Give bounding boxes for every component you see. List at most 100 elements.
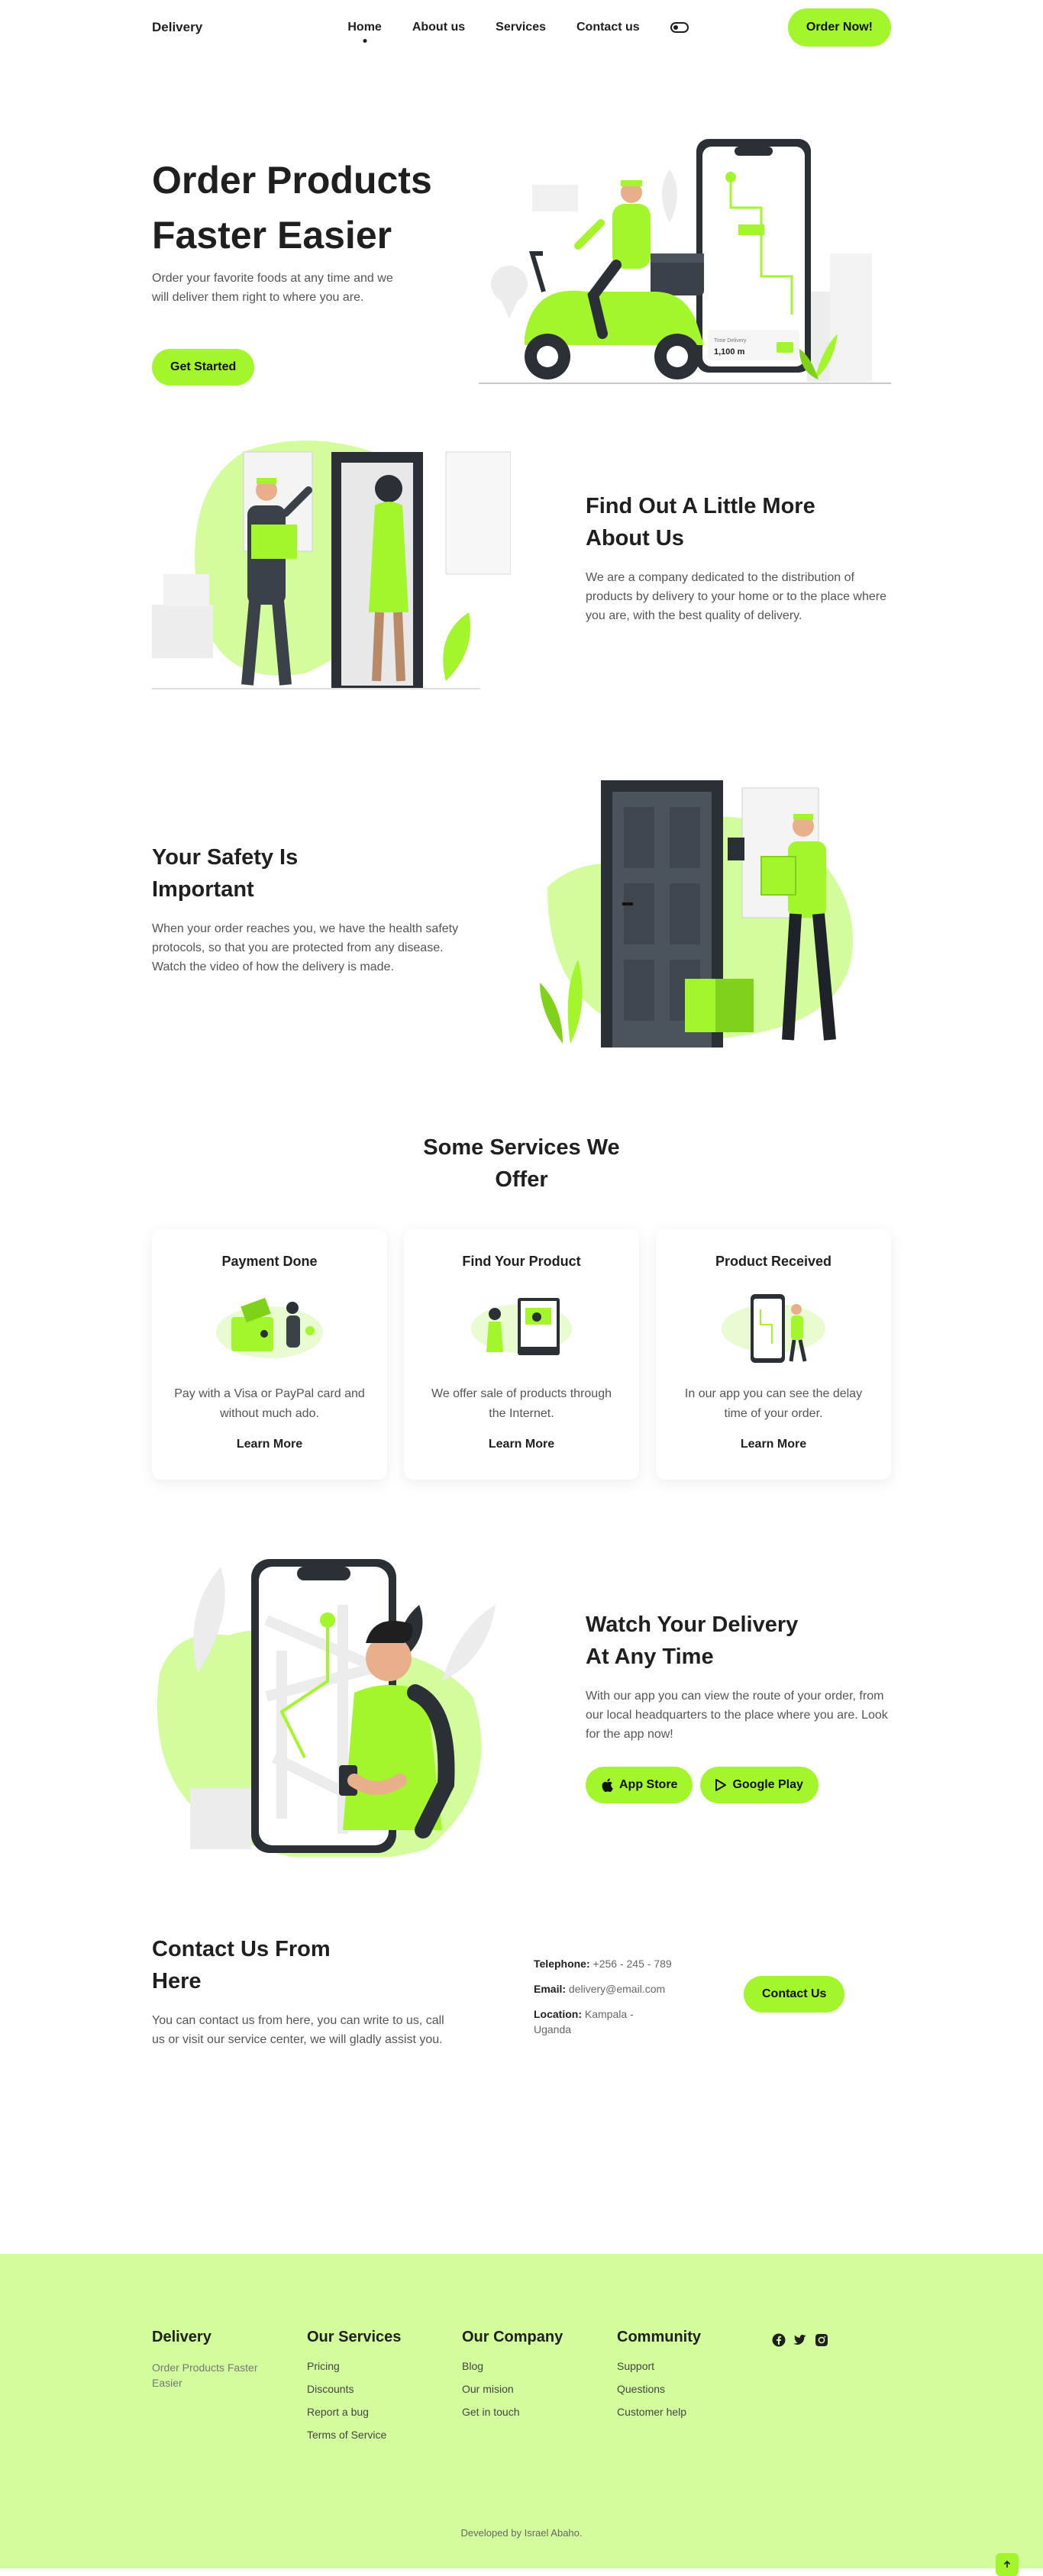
footer-link-mision[interactable]: Our mision [462,2383,617,2395]
learn-more-link[interactable]: Learn More [237,1438,302,1451]
hero-title: Order Products Faster Easier [152,153,503,263]
nav-link-contact[interactable]: Contact us [576,21,640,34]
safety-description: When your order reaches you, we have the… [152,922,459,973]
footer-company-title: Our Company [462,2329,563,2345]
about-title-line1: Find Out A Little More [586,494,815,518]
footer-link-get-in-touch[interactable]: Get in touch [462,2406,617,2418]
footer-link-terms[interactable]: Terms of Service [307,2429,462,2441]
safety-door-illustration [540,780,853,1048]
app-description: With our app you can view the route of y… [586,1690,888,1741]
footer-services: Our Services Pricing Discounts Report a … [307,2329,462,2452]
arrow-up-icon [1003,2560,1011,2568]
email-label: Email: [534,1983,567,1995]
app-title-line1: Watch Your Delivery [586,1612,799,1637]
delivery-tracking-app-illustration [157,1559,496,1857]
theme-toggle-icon[interactable] [670,22,689,33]
services-cards: Payment Done Pay with a Visa or PayPal c… [152,1229,891,1480]
location-info: Location: Kampala - Uganda [534,2006,648,2037]
footer-columns: Delivery Order Products Faster Easier Ou… [152,2254,891,2452]
service-card-payment: Payment Done Pay with a Visa or PayPal c… [152,1229,387,1480]
card-description: We offer sale of products through the In… [431,1387,612,1420]
contact-text: Contact Us From Here You can contact us … [152,1933,457,2049]
learn-more-link[interactable]: Learn More [741,1438,806,1451]
safety-title-line1: Your Safety Is [152,845,299,870]
logo[interactable]: Delivery [152,20,202,35]
store-buttons: App Store Google Play [586,1767,891,1803]
footer-link-blog[interactable]: Blog [462,2360,617,2372]
nav-link-about[interactable]: About us [412,21,465,34]
app-store-label: App Store [619,1778,678,1791]
footer-community: Community Support Questions Customer hel… [617,2329,772,2452]
doorstep-delivery-illustration [152,441,511,689]
hero-title-line1: Order Products [152,159,432,202]
services-section: Some Services We Offer Payment Done Pay … [152,1131,891,1559]
phone-value: 1,100 m [714,347,745,357]
order-now-button[interactable]: Order Now! [787,8,891,47]
learn-more-link[interactable]: Learn More [489,1438,554,1451]
about-description: We are a company dedicated to the distri… [586,571,886,622]
nav-links: Home About us Services Contact us [347,21,689,34]
footer-tagline: Order Products Faster Easier [152,2361,258,2389]
delivery-scooter-illustration: Time Delivery 1,100 m [479,139,891,384]
service-card-product-received: Product Received In our app you can see … [656,1229,891,1480]
contact-title-line2: Here [152,1969,202,1993]
contact-section: Contact Us From Here You can contact us … [152,1933,891,2185]
footer-link-discounts[interactable]: Discounts [307,2383,462,2395]
facebook-icon[interactable] [772,2333,786,2347]
footer-link-questions[interactable]: Questions [617,2383,772,2395]
contact-description: You can contact us from here, you can wr… [152,2014,444,2046]
about-title-line2: About Us [586,526,684,550]
footer-services-title: Our Services [307,2329,402,2345]
product-received-illustration [722,1294,825,1363]
google-play-label: Google Play [732,1778,803,1791]
card-title: Find Your Product [462,1254,581,1269]
hero-title-line2: Faster Easier [152,214,392,257]
footer: Delivery Order Products Faster Easier Ou… [0,2254,1043,2576]
footer-link-support[interactable]: Support [617,2360,772,2372]
telephone-info: Telephone: +256 - 245 - 789 [534,1956,686,1971]
telephone-value: +256 - 245 - 789 [593,1958,672,1970]
card-title: Payment Done [221,1254,318,1269]
twitter-icon[interactable] [793,2333,807,2347]
about-title: Find Out A Little More About Us [586,490,891,554]
footer-link-customer-help[interactable]: Customer help [617,2406,772,2418]
about-section: Find Out A Little More About Us We are a… [152,429,891,780]
safety-title: Your Safety Is Important [152,841,465,905]
safety-text: Your Safety Is Important When your order… [152,841,465,976]
card-title: Product Received [715,1254,832,1269]
footer-brand: Delivery Order Products Faster Easier [152,2329,307,2452]
app-section: Watch Your Delivery At Any Time With our… [152,1559,891,1933]
scroll-to-top-button[interactable] [996,2553,1019,2576]
email-info: Email: delivery@email.com [534,1981,686,1997]
app-title-line2: At Any Time [586,1645,714,1669]
app-title: Watch Your Delivery At Any Time [586,1609,891,1673]
service-card-find-product: Find Your Product We offer sale of produ… [404,1229,639,1480]
footer-logo[interactable]: Delivery [152,2329,307,2346]
get-started-button[interactable]: Get Started [152,349,255,386]
safety-section: Your Safety Is Important When your order… [152,780,891,1131]
safety-title-line2: Important [152,877,254,902]
phone-label: Time Delivery [714,338,747,344]
google-play-icon [715,1779,727,1791]
apple-icon [602,1778,613,1792]
hero-section: Order Products Faster Easier Order your … [152,55,891,429]
contact-us-button[interactable]: Contact Us [744,1976,845,2013]
about-text: Find Out A Little More About Us We are a… [586,490,891,625]
footer-link-pricing[interactable]: Pricing [307,2360,462,2372]
find-product-illustration [471,1298,572,1355]
services-title-line1: Some Services We [423,1135,620,1160]
email-value: delivery@email.com [568,1983,666,1995]
payment-illustration [216,1297,323,1358]
nav-link-home[interactable]: Home [347,21,381,34]
app-store-button[interactable]: App Store [586,1767,693,1803]
card-description: Pay with a Visa or PayPal card and witho… [174,1387,365,1420]
nav-link-services[interactable]: Services [496,21,546,34]
footer-link-report-bug[interactable]: Report a bug [307,2406,462,2418]
app-text: Watch Your Delivery At Any Time With our… [586,1609,891,1803]
footer-credit: Developed by Israel Abaho. [460,2527,583,2539]
contact-title-line1: Contact Us From [152,1937,331,1961]
instagram-icon[interactable] [815,2333,828,2347]
services-title: Some Services We Offer [415,1131,628,1196]
footer-community-title: Community [617,2329,701,2345]
google-play-button[interactable]: Google Play [700,1767,819,1803]
